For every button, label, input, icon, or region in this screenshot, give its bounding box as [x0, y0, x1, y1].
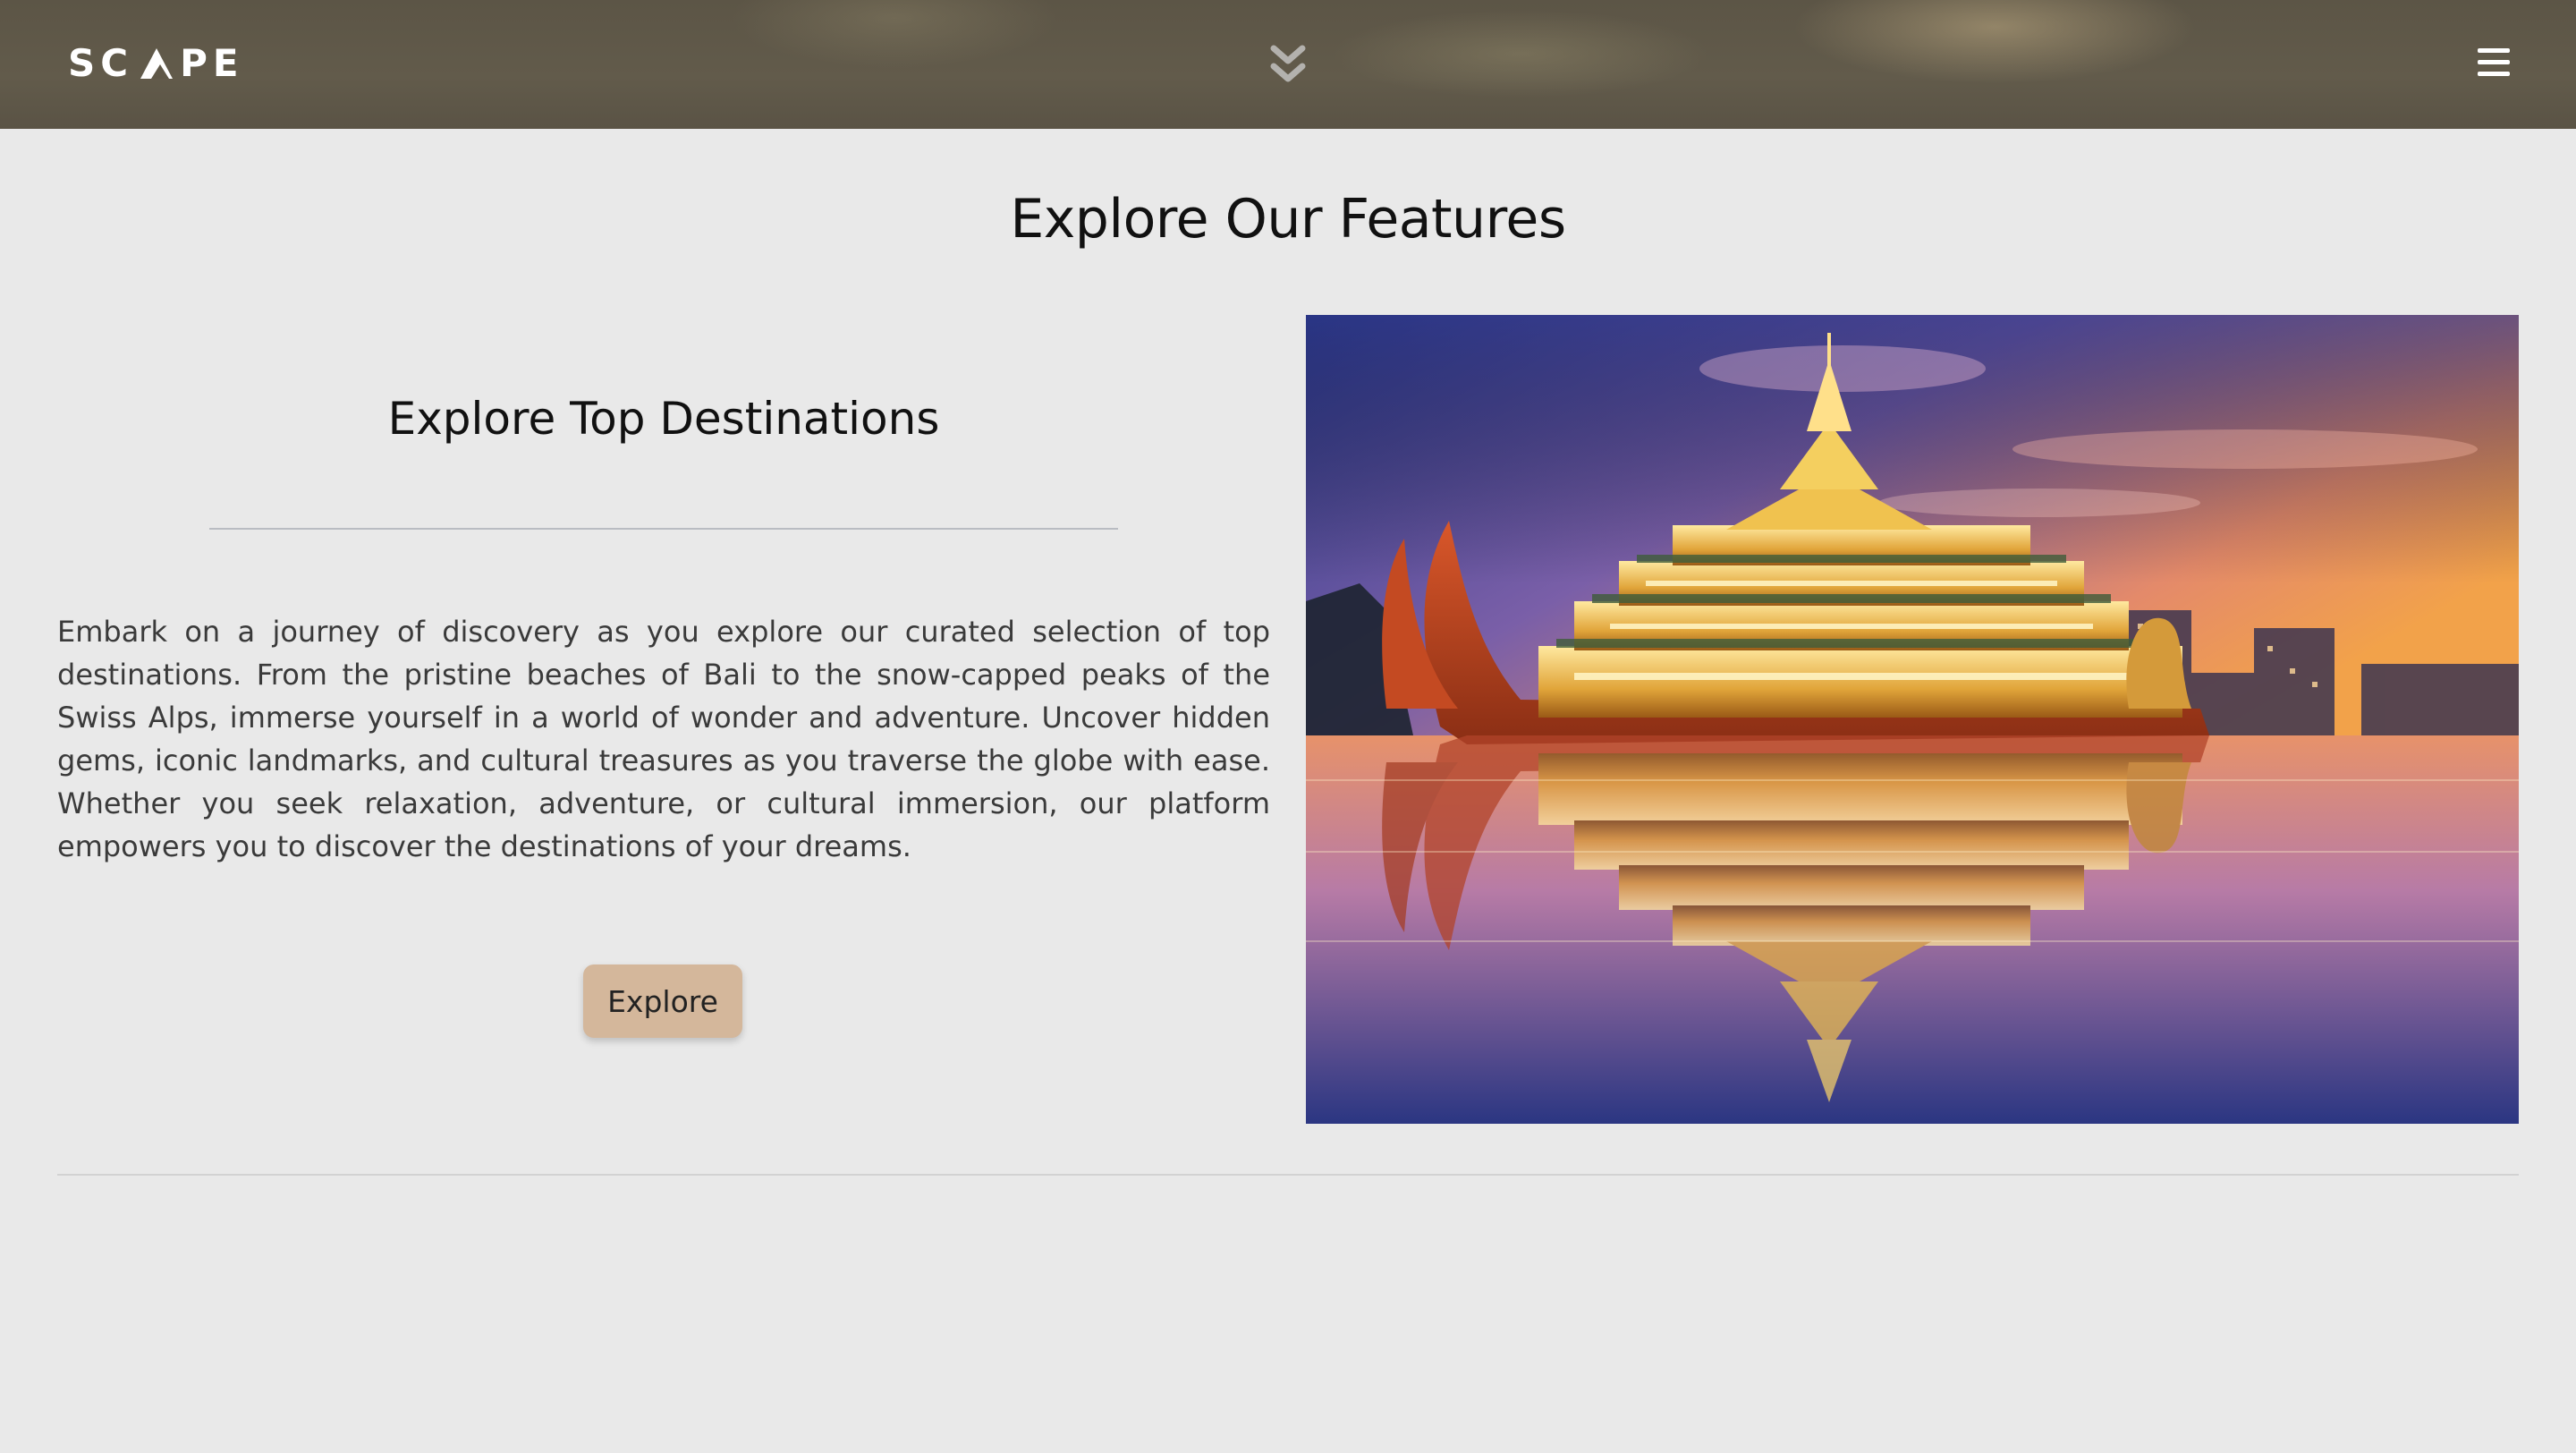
feature-heading: Explore Top Destinations [387, 393, 940, 445]
feature-text-panel: Explore Top Destinations Embark on a jou… [57, 315, 1270, 1124]
feature-divider [209, 528, 1118, 530]
site-logo[interactable]: SC PE [68, 39, 244, 86]
section-divider [57, 1174, 2519, 1176]
mountain-icon [140, 48, 174, 79]
hamburger-menu-icon[interactable] [2474, 45, 2513, 81]
feature-description: Embark on a journey of discovery as you … [57, 615, 1270, 863]
chevron-double-down-icon[interactable] [1268, 41, 1308, 88]
section-title: Explore Our Features [1010, 188, 1566, 251]
site-header: SC PE [0, 0, 2576, 129]
explore-button[interactable]: Explore [583, 964, 742, 1038]
logo-letters-right: PE [180, 40, 244, 85]
destination-photo [1306, 315, 2519, 1124]
logo-letters-left: SC [68, 40, 134, 85]
